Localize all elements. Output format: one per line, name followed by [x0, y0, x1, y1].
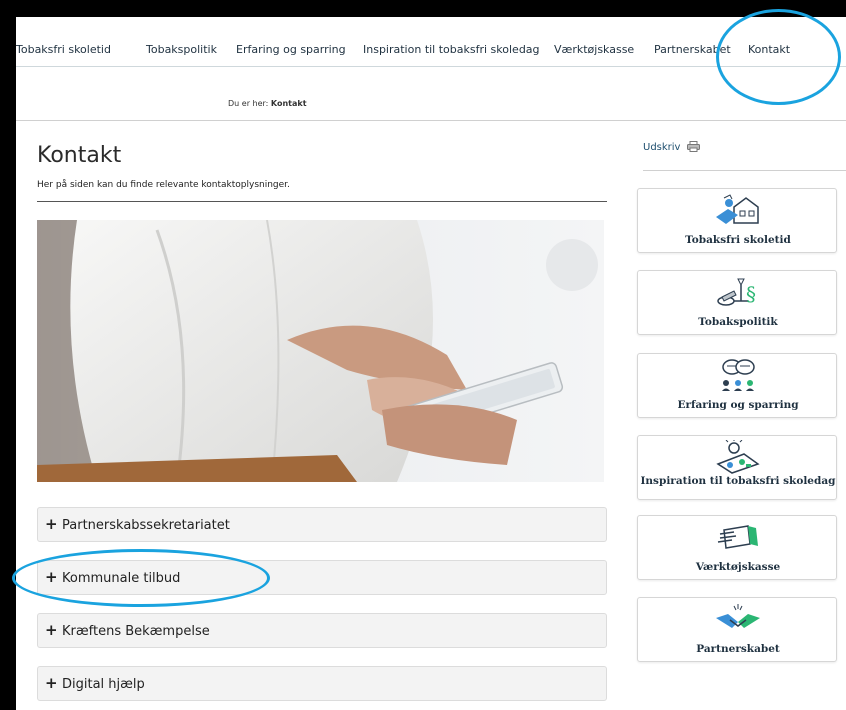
card-label: Inspiration til tobaksfri skoledag [640, 475, 836, 487]
lightbulb-board-icon [716, 440, 760, 474]
accordion-kraeftens-bekaempelse[interactable]: + Kræftens Bekæmpelse [37, 613, 607, 648]
breadcrumb-prefix: Du er her: [228, 99, 269, 108]
print-label: Udskriv [643, 142, 681, 153]
plus-icon: + [45, 568, 58, 586]
nav-item-tobaksfri-skoletid[interactable]: Tobaksfri skoletid [16, 43, 111, 56]
toolbox-icon [717, 525, 758, 549]
nav-item-tobakspolitik[interactable]: Tobakspolitik [146, 43, 217, 56]
plus-icon: + [45, 674, 58, 692]
accordion-label: Partnerskabssekretariatet [62, 518, 230, 533]
svg-text:§: § [746, 282, 756, 306]
plus-icon: + [45, 621, 58, 639]
school-icon [716, 194, 759, 224]
card-label: Partnerskabet [696, 643, 780, 655]
page-lead: Her på siden kan du finde relevante kont… [37, 180, 290, 190]
breadcrumb: Du er her: Kontakt [228, 99, 307, 108]
accordion-label: Kræftens Bekæmpelse [62, 624, 210, 639]
sidebar-card-erfaring-og-sparring[interactable]: Erfaring og sparring [637, 353, 837, 418]
page-title: Kontakt [37, 143, 122, 168]
sidebar-card-tobakspolitik[interactable]: § Tobakspolitik [637, 270, 837, 335]
nav-item-partnerskabet[interactable]: Partnerskabet [654, 43, 731, 56]
card-label: Værktøjskasse [695, 561, 781, 573]
discussion-icon [722, 359, 755, 391]
hero-photo [37, 220, 604, 482]
gavel-paragraph-icon: § [717, 278, 756, 306]
handshake-icon [716, 604, 760, 628]
card-label: Tobaksfri skoletid [685, 234, 791, 246]
sidebar-card-partnerskabet[interactable]: Partnerskabet [637, 597, 837, 662]
card-label: Tobakspolitik [698, 316, 778, 328]
top-navigation: Tobaksfri skoletid Tobakspolitik Erfarin… [16, 17, 846, 67]
accordion-label: Digital hjælp [62, 677, 145, 692]
accordion-partnerskabssekretariatet[interactable]: + Partnerskabssekretariatet [37, 507, 607, 542]
breadcrumb-current: Kontakt [270, 99, 307, 108]
accordion-label: Kommunale tilbud [62, 571, 181, 586]
card-label: Erfaring og sparring [677, 399, 799, 411]
divider [16, 120, 846, 121]
sidebar-card-vaerktoejskasse[interactable]: Værktøjskasse [637, 515, 837, 580]
nav-item-inspiration[interactable]: Inspiration til tobaksfri skoledag [363, 43, 540, 56]
printer-icon [686, 141, 700, 152]
accordion-kommunale-tilbud[interactable]: + Kommunale tilbud [37, 560, 607, 595]
nav-item-erfaring-og-sparring[interactable]: Erfaring og sparring [236, 43, 346, 56]
nav-item-kontakt[interactable]: Kontakt [748, 43, 790, 56]
divider [643, 170, 846, 171]
sidebar-card-inspiration[interactable]: Inspiration til tobaksfri skoledag [637, 435, 837, 500]
page: Tobaksfri skoletid Tobakspolitik Erfarin… [16, 17, 846, 710]
accordion-digital-hjaelp[interactable]: + Digital hjælp [37, 666, 607, 701]
plus-icon: + [45, 515, 58, 533]
sidebar-card-tobaksfri-skoletid[interactable]: Tobaksfri skoletid [637, 188, 837, 253]
nav-item-vaerktoejskasse[interactable]: Værktøjskasse [554, 43, 634, 56]
print-link[interactable]: Udskriv [643, 141, 700, 153]
divider [37, 201, 607, 202]
